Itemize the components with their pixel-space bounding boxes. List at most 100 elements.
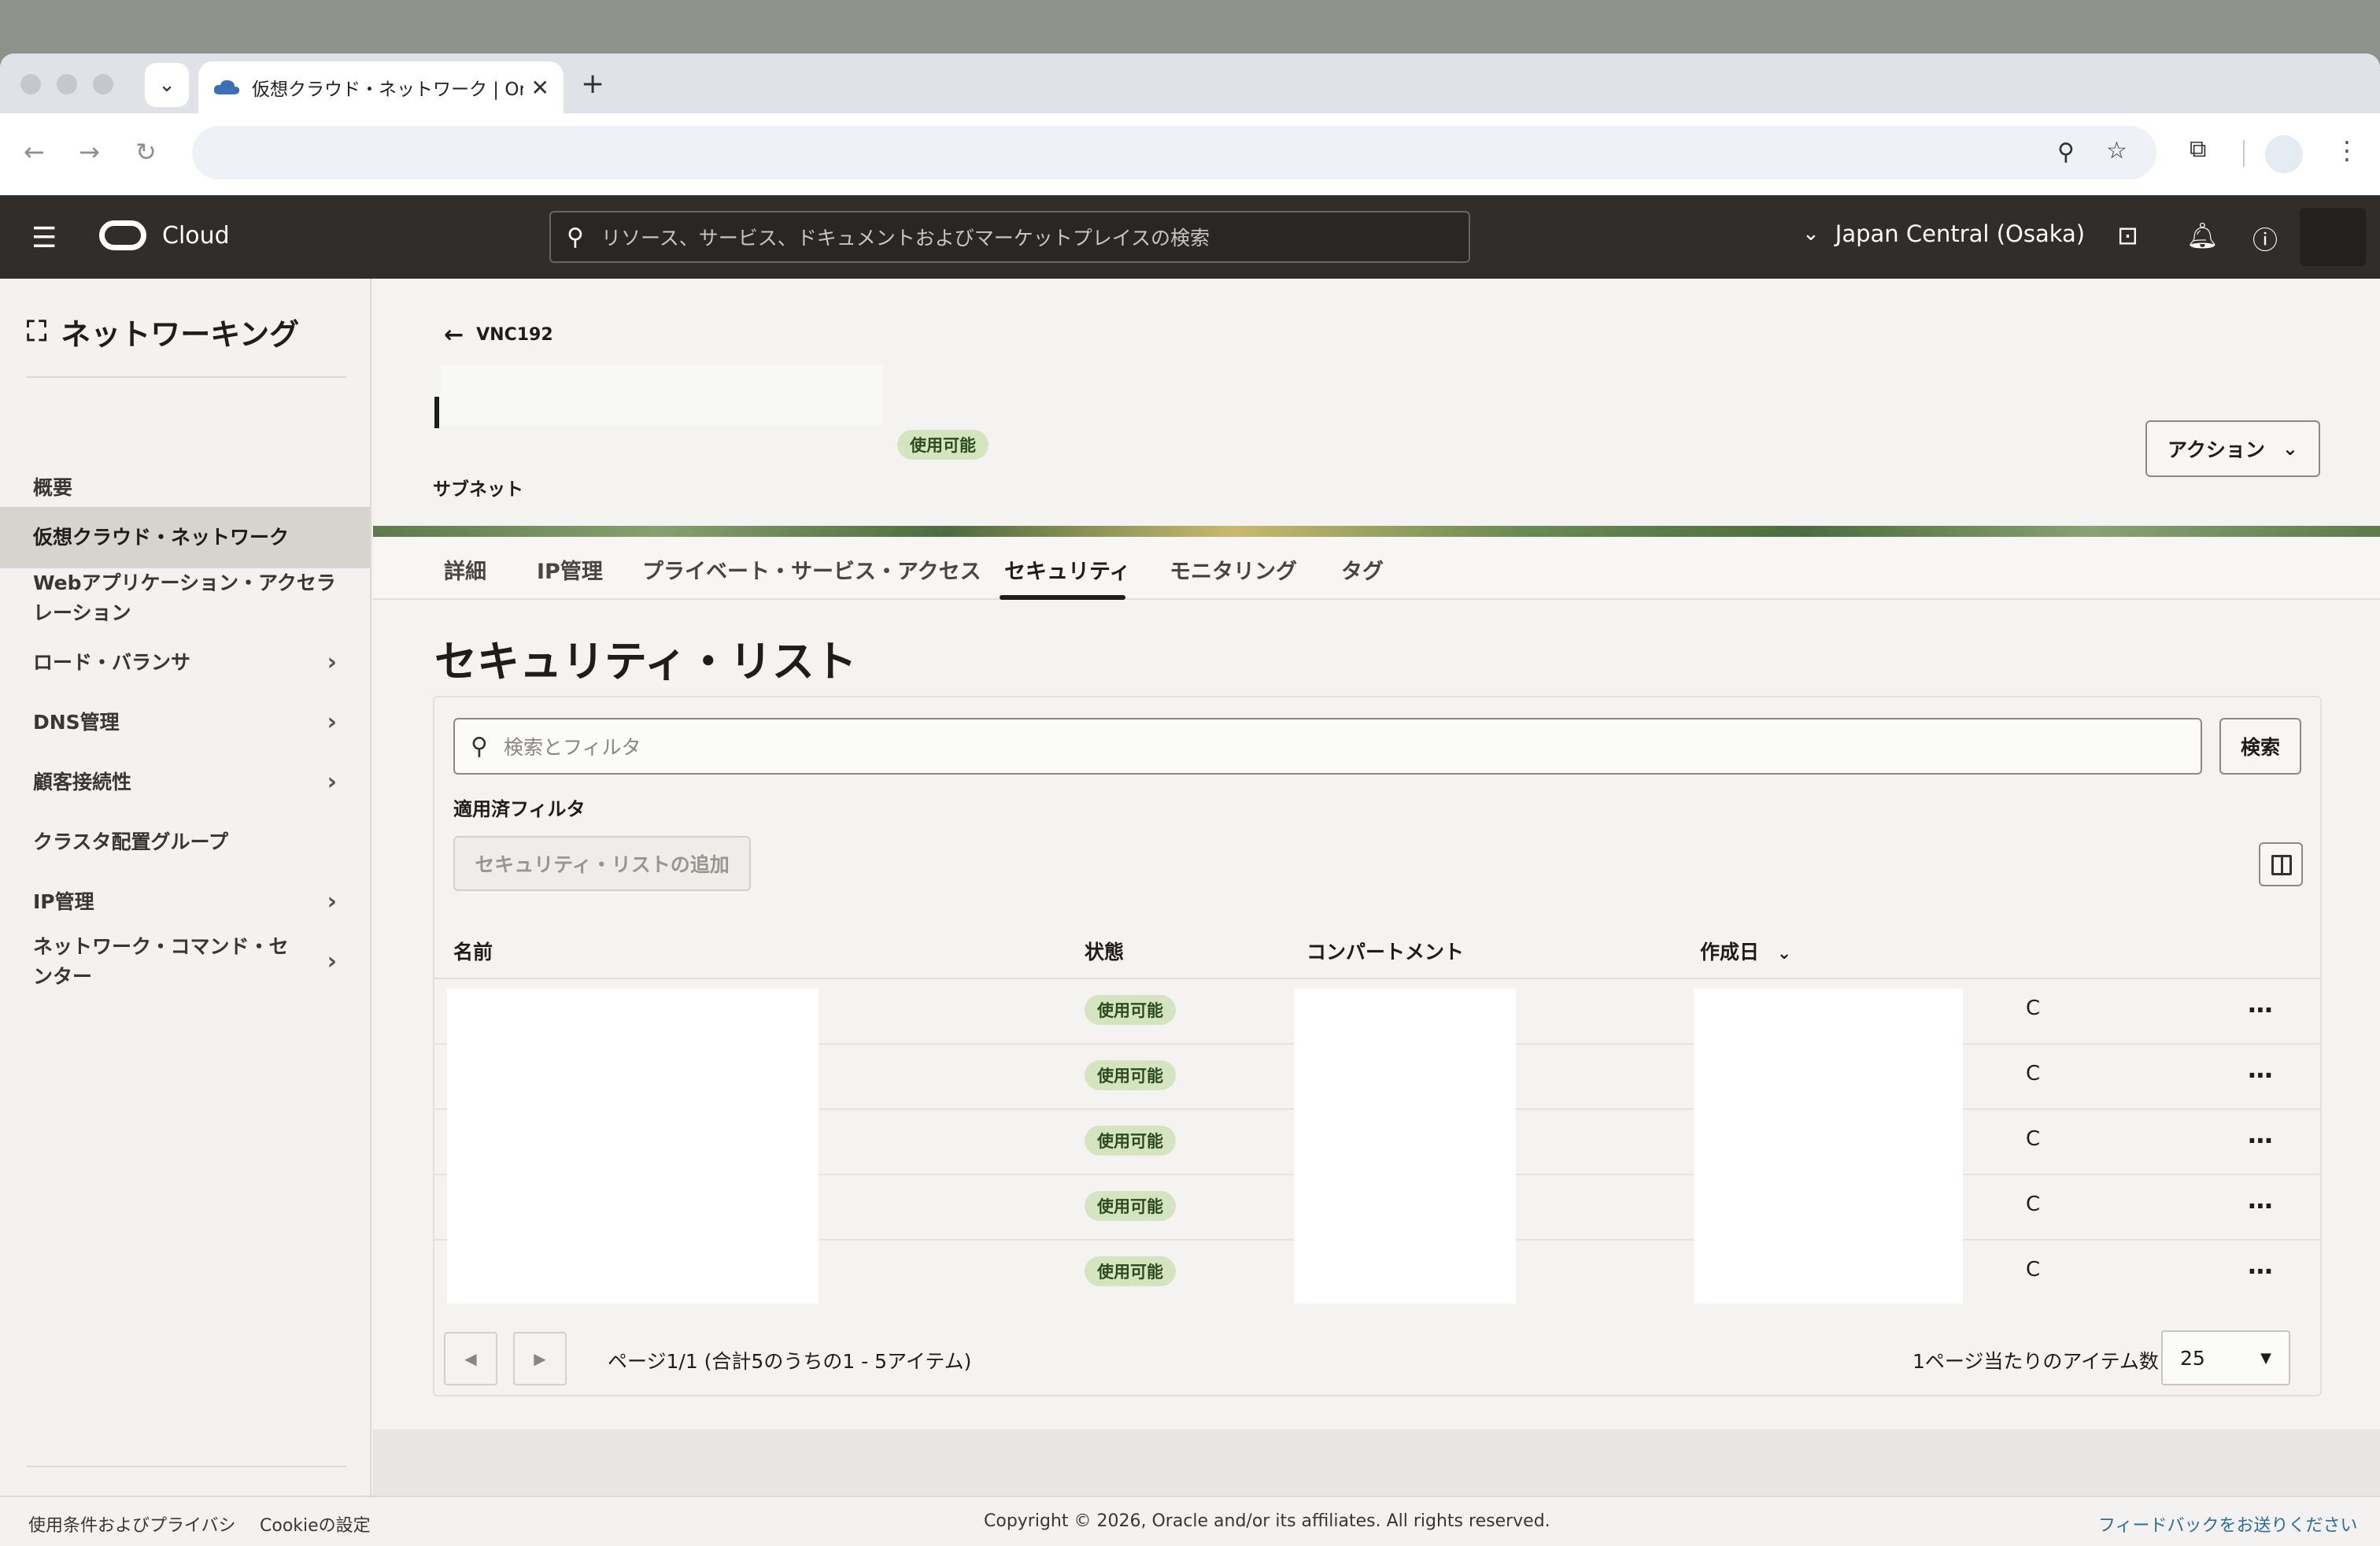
toolbar-separator (2243, 140, 2245, 167)
zoom-icon[interactable]: ⚲ (2057, 139, 2075, 166)
tab-ip-management[interactable]: IP管理 (537, 554, 603, 585)
console-search-placeholder: リソース、サービス、ドキュメントおよびマーケットプレイスの検索 (601, 227, 1210, 250)
cookie-settings-link[interactable]: Cookieの設定 (260, 1511, 371, 1537)
oracle-logo-icon[interactable] (99, 220, 146, 250)
window-close-dot[interactable] (20, 74, 41, 94)
help-icon[interactable]: ⓘ (2252, 220, 2278, 257)
feedback-link[interactable]: フィードバックをお送りください (2098, 1511, 2358, 1537)
column-header-status[interactable]: 状態 (1085, 937, 1124, 965)
row-actions-menu-icon[interactable]: ⋯ (2248, 1060, 2273, 1090)
sidebar-item-web-acceleration[interactable]: Webアプリケーション・アクセラレーション (0, 565, 370, 631)
pagination-text: ページ1/1 (合計5のうちの1 - 5アイテム) (608, 1350, 972, 1373)
row-actions-menu-icon[interactable]: ⋯ (2248, 1256, 2273, 1286)
back-arrow-icon: ← (444, 321, 464, 349)
next-page-button[interactable]: ▶ (513, 1332, 567, 1385)
main-content: ← VNC192 使用可能 サブネット アクション ⌄ 詳細 IP管理 プライベ… (373, 279, 2380, 1546)
sidebar-item-network-command-center[interactable]: ネットワーク・コマンド・センター › (0, 924, 370, 1000)
sidebar-title-label: ネットワーキング (61, 317, 300, 352)
breadcrumb-label: VNC192 (476, 325, 553, 345)
tab-search-chevron-icon[interactable]: ⌄ (145, 63, 189, 107)
forward-arrow-icon[interactable]: → (79, 137, 100, 167)
notifications-bell-icon[interactable]: 🔔︎ (2186, 220, 2219, 250)
column-header-name[interactable]: 名前 (453, 937, 493, 965)
tab-security[interactable]: セキュリティ (1004, 554, 1130, 585)
subnet-name-redacted (441, 365, 883, 425)
profile-avatar[interactable] (2265, 135, 2303, 173)
chevron-down-icon: ⌄ (2282, 438, 2298, 460)
sidebar-item-customer-connectivity[interactable]: 顧客接続性 › (0, 754, 370, 811)
sidebar-item-label: ロード・バランサ (33, 651, 191, 674)
breadcrumb-back-link[interactable]: ← VNC192 (444, 321, 553, 349)
console-footer: 使用条件およびプライバシ Cookieの設定 Copyright © 2026,… (0, 1496, 2380, 1546)
address-bar[interactable]: ⚲ ☆ (192, 126, 2156, 179)
sidebar-item-load-balancer[interactable]: ロード・バランサ › (0, 634, 370, 691)
console-search-input[interactable]: ⚲ リソース、サービス、ドキュメントおよびマーケットプレイスの検索 (549, 211, 1470, 263)
chevron-right-icon: › (327, 888, 337, 915)
user-profile-button[interactable] (2300, 208, 2366, 266)
row-actions-menu-icon[interactable]: ⋯ (2248, 995, 2273, 1025)
extensions-icon[interactable]: ⧉ (2190, 135, 2206, 163)
sidebar-item-dns[interactable]: DNS管理 › (0, 694, 370, 751)
redacted-created-dates (1694, 989, 1963, 1304)
applied-filters-label: 適用済フィルタ (453, 798, 586, 820)
sidebar-item-label: 仮想クラウド・ネットワーク (33, 526, 290, 549)
region-selector[interactable]: ⌄ Japan Central (Osaka) (1802, 220, 2085, 247)
page-subtitle: サブネット (433, 479, 523, 500)
sidebar-item-ip-management[interactable]: IP管理 › (0, 874, 370, 930)
bookmark-star-icon[interactable]: ☆ (2106, 137, 2127, 165)
row-created-fragment: C (2026, 1062, 2041, 1086)
tab-details[interactable]: 詳細 (444, 554, 486, 585)
add-security-list-button[interactable]: セキュリティ・リストの追加 (453, 836, 751, 891)
copyright-text: Copyright © 2026, Oracle and/or its affi… (984, 1511, 1550, 1531)
column-header-created-label: 作成日 (1700, 941, 1760, 963)
chevron-right-icon: › (327, 708, 337, 736)
row-actions-menu-icon[interactable]: ⋯ (2248, 1126, 2273, 1156)
tab-monitoring[interactable]: モニタリング (1170, 554, 1297, 585)
window-zoom-dot[interactable] (93, 74, 113, 94)
decorative-banner (373, 526, 2380, 537)
detail-tabs: 詳細 IP管理 プライベート・サービス・アクセス セキュリティ モニタリング タ… (373, 537, 2380, 600)
sidebar-item-vcn[interactable]: 仮想クラウド・ネットワーク (0, 507, 370, 568)
sidebar-item-cluster-placement[interactable]: クラスタ配置グループ (0, 814, 370, 871)
row-actions-menu-icon[interactable]: ⋯ (2248, 1191, 2273, 1221)
sidebar-title: ⛶ ネットワーキング (27, 310, 299, 353)
column-header-compartment[interactable]: コンパートメント (1306, 937, 1464, 965)
security-list-panel: ⚲ 検索とフィルタ 検索 適用済フィルタ セキュリティ・リストの追加 名前 状態… (433, 696, 2322, 1396)
back-arrow-icon[interactable]: ← (24, 137, 45, 167)
column-settings-button[interactable] (2259, 842, 2303, 886)
browser-tab[interactable]: 仮想クラウド・ネットワーク | Or ✕ (198, 61, 564, 113)
tab-private-service-access[interactable]: プライベート・サービス・アクセス (642, 554, 981, 585)
chevron-right-icon: › (327, 768, 337, 796)
prev-page-button[interactable]: ◀ (444, 1332, 497, 1385)
column-header-created[interactable]: 作成日 ⌄ (1700, 937, 1791, 965)
region-label: Japan Central (Osaka) (1835, 220, 2086, 247)
reload-icon[interactable]: ↻ (135, 137, 157, 167)
sidebar-item-label: ネットワーク・コマンド・センター (33, 935, 289, 988)
row-created-fragment: C (2026, 1193, 2041, 1216)
tab-close-icon[interactable]: ✕ (531, 75, 549, 101)
search-button[interactable]: 検索 (2219, 718, 2301, 775)
browser-window: ⌄ 仮想クラウド・ネットワーク | Or ✕ + ← → ↻ ⚲ ☆ ⧉ ⋮ ☰… (0, 54, 2380, 1546)
sidebar-divider (27, 376, 346, 378)
terms-privacy-link[interactable]: 使用条件およびプライバシ (28, 1511, 236, 1537)
redacted-names (447, 989, 819, 1304)
table-header: 名前 状態 コンパートメント 作成日 ⌄ (434, 916, 2320, 979)
status-badge: 使用可能 (897, 430, 989, 460)
search-filter-input[interactable]: ⚲ 検索とフィルタ (453, 718, 2202, 775)
window-minimize-dot[interactable] (57, 74, 77, 94)
row-status-badge: 使用可能 (1085, 1126, 1176, 1156)
cloud-icon (213, 80, 240, 94)
brand-name[interactable]: Cloud (162, 222, 230, 250)
actions-button[interactable]: アクション ⌄ (2145, 420, 2320, 477)
new-tab-icon[interactable]: + (581, 68, 604, 100)
per-page-select[interactable]: 25 ▼ (2161, 1330, 2290, 1385)
networking-icon: ⛶ (27, 315, 47, 348)
sort-chevron-down-icon: ⌄ (1776, 944, 1792, 963)
sidebar-item-label: 概要 (33, 476, 73, 499)
sidebar-item-label: DNS管理 (33, 711, 120, 734)
tab-tags[interactable]: タグ (1341, 554, 1384, 585)
cloud-shell-icon[interactable]: ⊡ (2117, 220, 2138, 250)
browser-menu-icon[interactable]: ⋮ (2334, 135, 2360, 165)
hamburger-menu-icon[interactable]: ☰ (31, 222, 57, 254)
per-page-label: 1ページ当たりのアイテム数 (1913, 1350, 2159, 1373)
